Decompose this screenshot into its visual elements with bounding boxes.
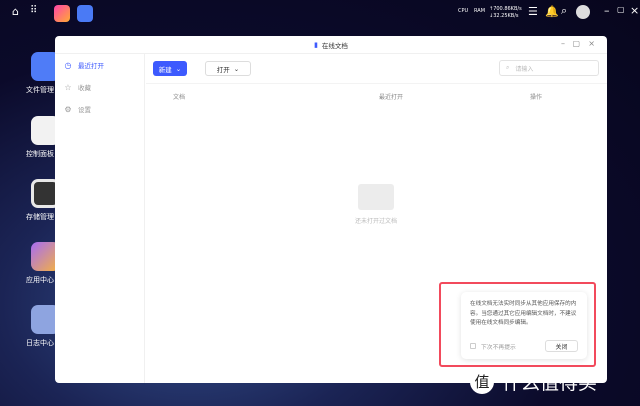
watermark-seal: 值 [470, 369, 494, 394]
open-label: 打开 [216, 65, 230, 74]
dont-show-again-checkbox[interactable]: 下次不再提示 [470, 342, 516, 351]
empty-text: 还未打开过文档 [354, 218, 397, 225]
window-titlebar: ▮ 在线文档 – ▢ × [55, 36, 607, 54]
sidebar-item-label: 设置 [78, 106, 91, 114]
window-close-button[interactable]: × [588, 39, 595, 48]
watermark: 值 什么值得买 [470, 368, 597, 395]
search-icon: ⌕ [506, 64, 510, 71]
open-button[interactable]: 打开 ⌄ [205, 61, 251, 76]
new-label: 新建 [158, 65, 172, 74]
window-title: 在线文档 [321, 41, 348, 50]
watermark-text: 什么值得买 [502, 372, 598, 394]
search-input[interactable]: ⌕ 请输入 [499, 60, 599, 76]
online-docs-taskbar-icon[interactable] [77, 5, 93, 22]
sidebar-item-settings[interactable]: ⚙ 设置 [55, 98, 144, 120]
doc-icon: ▮ [314, 40, 318, 49]
dialog-close-button[interactable]: 关闭 [545, 340, 578, 352]
search-placeholder: 请输入 [515, 65, 534, 73]
net-down: ↓32.25KB/s [489, 13, 519, 19]
column-header-document[interactable]: 文档 [173, 92, 185, 101]
taskbar: ⌂ ⠿ CPU RAM ↑700.86KB/s ↓32.25KB/s ☰ 🔔 ⌕… [0, 0, 640, 26]
sidebar: ◷ 最近打开 ☆ 收藏 ⚙ 设置 [55, 54, 145, 383]
chevron-down-icon: ⌄ [233, 64, 240, 73]
window-minimize-button[interactable]: – [561, 39, 565, 48]
sidebar-item-label: 最近打开 [78, 62, 104, 70]
apps-grid-icon[interactable]: ⠿ [30, 5, 37, 16]
search-icon[interactable]: ⌕ [561, 4, 567, 18]
maximize-icon[interactable]: ▢ [617, 5, 625, 14]
column-header-actions: 操作 [530, 94, 543, 101]
bell-icon[interactable]: 🔔 [545, 5, 559, 18]
clock-icon: ◷ [64, 60, 72, 70]
checkbox-icon [470, 343, 476, 349]
checkbox-label: 下次不再提示 [481, 344, 516, 351]
ram-gauge: RAM [474, 8, 486, 14]
task-list-icon[interactable]: ☰ [528, 5, 538, 18]
avatar[interactable] [576, 5, 590, 19]
star-icon: ☆ [64, 82, 72, 92]
empty-state: 还未打开过文档 [346, 184, 406, 225]
empty-box-icon [358, 184, 394, 210]
gear-icon: ⚙ [64, 104, 72, 114]
window-maximize-button[interactable]: ▢ [572, 39, 580, 48]
cpu-gauge: CPU [458, 8, 469, 14]
net-up: ↑700.86KB/s [489, 6, 522, 12]
column-header-recent[interactable]: 最近打开 [379, 92, 403, 101]
sync-warning-dialog: 在线文档无法实时同步从其他应用保存的内容。当您通过其它应用编辑文档时，不建议使用… [461, 292, 587, 359]
home-icon[interactable]: ⌂ [12, 5, 19, 18]
chevron-down-icon: ⌄ [175, 64, 182, 73]
sidebar-item-label: 收藏 [78, 84, 91, 92]
app-center-taskbar-icon[interactable] [54, 5, 70, 22]
close-icon[interactable]: × [630, 4, 639, 17]
sidebar-item-favorites[interactable]: ☆ 收藏 [55, 76, 144, 98]
new-button[interactable]: 新建 ⌄ [153, 61, 187, 76]
dialog-message: 在线文档无法实时同步从其他应用保存的内容。当您通过其它应用编辑文档时，不建议使用… [470, 301, 577, 326]
minimize-icon[interactable]: – [604, 4, 610, 17]
toolbar: 新建 ⌄ 打开 ⌄ ⌕ 请输入 [146, 54, 607, 84]
sidebar-item-recent[interactable]: ◷ 最近打开 [55, 54, 144, 76]
